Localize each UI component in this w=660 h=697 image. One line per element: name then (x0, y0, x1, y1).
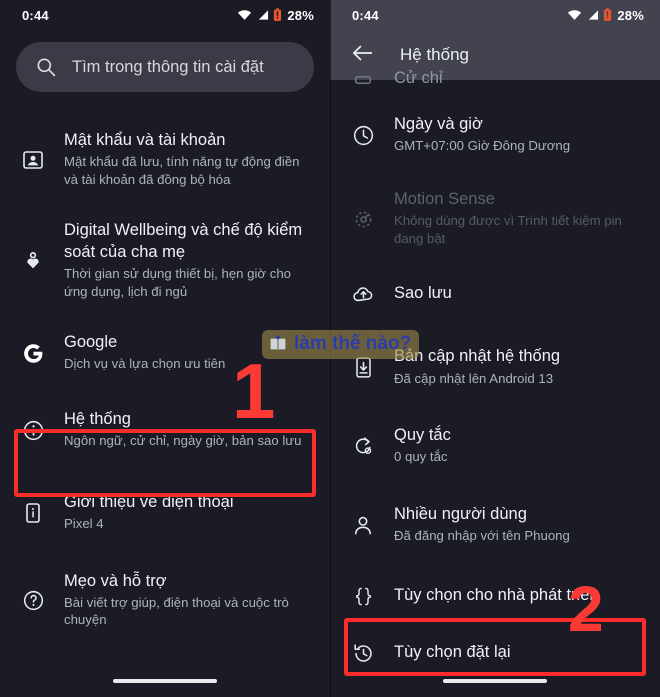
list-item-system[interactable]: Hệ thống Ngôn ngữ, cử chỉ, ngày giờ, bản… (0, 389, 330, 470)
wellbeing-heart-icon (20, 248, 46, 272)
list-item-text: Sao lưu (394, 283, 642, 304)
annotation-step-2: 2 (568, 573, 604, 645)
battery-percent: 28% (617, 7, 644, 23)
list-item-text: Giới thiệu về điện thoại Pixel 4 (64, 492, 312, 533)
person-icon (350, 512, 376, 537)
rules-icon (350, 433, 376, 458)
status-icons: 28% (237, 8, 314, 23)
list-item-title: Digital Wellbeing và chế độ kiểm soát củ… (64, 221, 303, 261)
info-circle-icon (20, 417, 46, 442)
list-item-gestures[interactable]: Cử chỉ (330, 58, 660, 94)
search-input[interactable]: Tìm trong thông tin cài đặt (16, 42, 314, 92)
list-item-developer-options[interactable]: Tùy chọn cho nhà phát triển (330, 563, 660, 622)
status-bar-left: 0:44 28% (0, 0, 330, 30)
list-item-title: Cử chỉ (394, 69, 443, 88)
watermark-text: làm thế nào? (294, 333, 412, 354)
list-item-motion-sense: Motion Sense Không dùng được vì Trình ti… (330, 173, 660, 263)
list-item-title: Tùy chọn cho nhà phát triển (394, 585, 599, 604)
list-item-title: Ngày và giờ (394, 115, 483, 133)
settings-list: Mật khẩu và tài khoản Mật khẩu đã lưu, t… (0, 92, 330, 645)
nav-gesture-pill-left[interactable] (113, 678, 217, 683)
list-item-text: Tùy chọn đặt lại (394, 642, 642, 663)
list-item-subtitle: Bài viết trợ giúp, điện thoại và cuộc tr… (64, 595, 289, 628)
wifi-icon (238, 10, 252, 20)
list-item-title: Motion Sense (394, 189, 495, 208)
list-item-subtitle: GMT+07:00 Giờ Đông Dương (394, 138, 571, 154)
wifi-icon (568, 10, 582, 20)
history-restore-icon (350, 640, 376, 665)
list-item-title: Nhiều người dùng (394, 504, 527, 523)
watermark-badge: làm thế nào? (262, 330, 420, 359)
list-item-date-time[interactable]: Ngày và giờ GMT+07:00 Giờ Đông Dương (330, 94, 660, 173)
list-item-text: Mẹo và hỗ trợ Bài viết trợ giúp, điện th… (64, 571, 312, 629)
status-bar-right: 0:44 28% (330, 0, 660, 30)
google-g-icon (20, 340, 46, 365)
list-item-title: Mẹo và hỗ trợ (64, 571, 167, 590)
list-item-digital-wellbeing[interactable]: Digital Wellbeing và chế độ kiểm soát củ… (0, 204, 330, 316)
list-item-text: Tùy chọn cho nhà phát triển (394, 585, 642, 606)
status-icons: 28% (567, 8, 644, 23)
list-item-title: Quy tắc (394, 426, 451, 444)
list-item-tips-support[interactable]: Mẹo và hỗ trợ Bài viết trợ giúp, điện th… (0, 549, 330, 645)
help-circle-icon (20, 587, 46, 612)
phone-info-icon (20, 500, 46, 524)
nav-gesture-pill-right[interactable] (443, 678, 547, 683)
battery-low-icon (604, 8, 612, 21)
list-item-rules[interactable]: Quy tắc 0 quy tắc (330, 405, 660, 484)
account-box-icon (20, 147, 46, 171)
search-icon (37, 58, 56, 77)
list-item-accounts[interactable]: Mật khẩu và tài khoản Mật khẩu đã lưu, t… (0, 114, 330, 204)
battery-low-icon (274, 8, 282, 21)
list-item-subtitle: Pixel 4 (64, 516, 104, 532)
list-item-title: Mật khẩu và tài khoản (64, 131, 226, 149)
signal-icon (589, 10, 599, 20)
status-time: 0:44 (352, 7, 379, 23)
list-item-title: Bản cập nhật hệ thống (394, 347, 561, 366)
list-item-subtitle: Đã đăng nhập với tên Phuong (394, 528, 570, 544)
clock-icon (350, 122, 376, 147)
battery-percent: 28% (287, 7, 314, 23)
list-item-text: Digital Wellbeing và chế độ kiểm soát củ… (64, 220, 312, 300)
status-time: 0:44 (22, 7, 49, 23)
list-item-title: Giới thiệu về điện thoại (64, 492, 234, 511)
list-item-backup[interactable]: Sao lưu (330, 263, 660, 324)
list-item-text: Cử chỉ (394, 68, 642, 89)
system-settings-list: Cử chỉ Ngày và giờ GMT+07:00 Giờ Đông Dư… (330, 58, 660, 681)
list-item-reset-options[interactable]: Tùy chọn đặt lại (330, 622, 660, 681)
list-item-multiple-users[interactable]: Nhiều người dùng Đã đăng nhập với tên Ph… (330, 484, 660, 563)
list-item-text: Bản cập nhật hệ thống Đã cập nhật lên An… (394, 346, 642, 387)
list-item-title: Tùy chọn đặt lại (394, 642, 511, 661)
list-item-text: Quy tắc 0 quy tắc (394, 425, 642, 466)
braces-icon (350, 583, 376, 608)
list-item-about-phone[interactable]: Giới thiệu về điện thoại Pixel 4 (0, 470, 330, 549)
gesture-icon (350, 68, 376, 90)
motion-sense-icon (350, 206, 376, 231)
list-item-subtitle: 0 quy tắc (394, 449, 448, 465)
list-item-subtitle: Mật khẩu đã lưu, tính năng tự động điền … (64, 154, 300, 187)
cloud-upload-icon (350, 281, 376, 306)
signal-icon (259, 10, 269, 20)
list-item-text: Mật khẩu và tài khoản Mật khẩu đã lưu, t… (64, 130, 312, 188)
list-item-text: Ngày và giờ GMT+07:00 Giờ Đông Dương (394, 114, 642, 155)
list-item-subtitle: Thời gian sử dụng thiết bị, hẹn giờ cho … (64, 266, 292, 299)
list-item-text: Nhiều người dùng Đã đăng nhập với tên Ph… (394, 504, 642, 545)
search-placeholder: Tìm trong thông tin cài đặt (72, 57, 264, 76)
list-item-subtitle: Không dùng được vì Trình tiết kiệm pin đ… (394, 213, 622, 246)
annotation-step-1: 1 (232, 347, 276, 435)
list-item-text: Motion Sense Không dùng được vì Trình ti… (394, 189, 642, 247)
list-item-subtitle: Đã cập nhật lên Android 13 (394, 370, 554, 386)
list-item-title: Sao lưu (394, 283, 452, 302)
dual-screenshot-container: 0:44 28% Tìm trong thông tin cài đặt Mật… (0, 0, 660, 697)
